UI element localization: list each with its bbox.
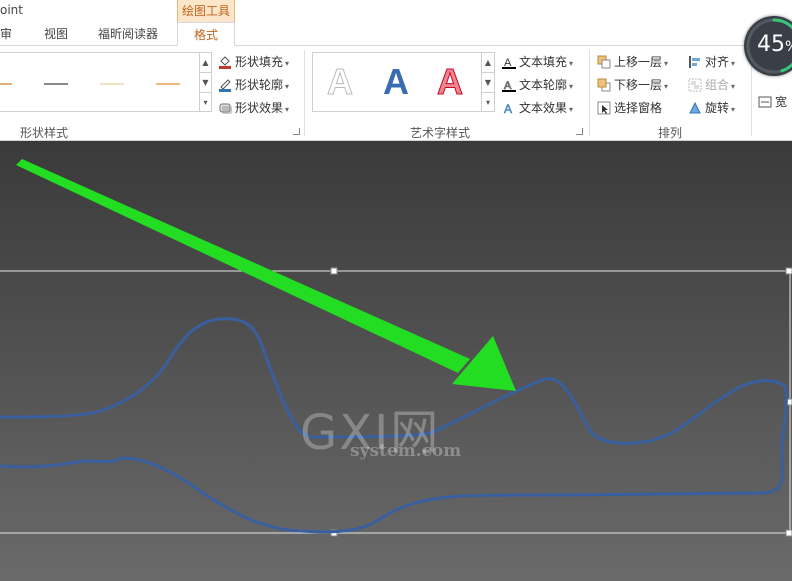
dialog-launcher-icon[interactable] <box>293 128 300 135</box>
align-button[interactable]: 对齐 ▾ <box>688 52 735 72</box>
effects-icon <box>219 103 232 114</box>
shape-styles-group-label: 形状样式 <box>20 126 69 140</box>
tab-view[interactable]: 视图 <box>44 22 74 46</box>
ribbon-body: ▲ ▼ ▾ 形状填充 ▾ 形状轮廓 ▾ 形状效果 ▾ 形状样式 A A A ▲ ▼ ▾… <box>0 46 792 141</box>
scroll-up-icon[interactable]: ▲ <box>200 53 211 73</box>
shape-style-gallery[interactable] <box>0 52 200 112</box>
drawing-tools-context-label: 绘图工具 <box>177 0 235 22</box>
send-backward-icon <box>597 78 611 92</box>
bring-forward-icon <box>597 55 611 69</box>
wordart-sample[interactable]: A <box>437 61 464 103</box>
tab-format[interactable]: 格式 <box>177 22 235 46</box>
wordart-gallery[interactable]: A A A <box>312 52 482 112</box>
gallery-more-icon[interactable]: ▾ <box>482 93 494 113</box>
chevron-down-icon: ▾ <box>664 59 669 68</box>
shape-fill-button[interactable]: 形状填充 ▾ <box>218 52 289 72</box>
text-outline-button[interactable]: A 文本轮廓 ▾ <box>502 75 573 95</box>
progress-indicator: 45% <box>744 16 792 76</box>
slide-drawing <box>0 159 792 537</box>
chevron-down-icon: ▾ <box>731 59 736 68</box>
group-button[interactable]: 组合 ▾ <box>688 75 735 95</box>
chevron-down-icon: ▾ <box>731 82 736 91</box>
wordart-styles-group-label: 艺术字样式 <box>410 126 471 140</box>
scroll-up-icon[interactable]: ▲ <box>482 53 494 73</box>
progress-value: 45% <box>757 32 792 57</box>
shape-outline-button[interactable]: 形状轮廓 ▾ <box>218 75 289 95</box>
wordart-sample[interactable]: A <box>383 61 409 103</box>
group-icon <box>688 78 702 92</box>
arrow-shaft <box>16 159 470 373</box>
text-fill-icon: A <box>502 57 516 69</box>
slide-canvas[interactable]: GXI网 system.com <box>0 141 792 581</box>
wordart-sample[interactable]: A <box>327 61 354 103</box>
size-width-button[interactable]: 宽 <box>758 92 787 112</box>
size-icon <box>758 96 772 108</box>
ribbon-tabs: 审阅 视图 福昕阅读器 格式 <box>0 22 792 65</box>
style-sample[interactable] <box>100 83 124 85</box>
style-sample[interactable] <box>0 83 12 85</box>
chevron-down-icon: ▾ <box>569 105 574 114</box>
chevron-down-icon: ▾ <box>569 82 574 91</box>
shape-effects-button[interactable]: 形状效果 ▾ <box>218 98 289 118</box>
chevron-down-icon: ▾ <box>731 105 736 114</box>
align-icon <box>689 56 700 68</box>
chevron-down-icon: ▾ <box>569 59 574 68</box>
text-fill-button[interactable]: A 文本填充 ▾ <box>502 52 573 72</box>
scroll-down-icon[interactable]: ▼ <box>482 73 494 93</box>
dialog-launcher-icon[interactable] <box>576 128 583 135</box>
selection-pane-icon <box>597 101 611 115</box>
chevron-down-icon: ▾ <box>285 105 290 114</box>
tab-foxit-reader[interactable]: 福昕阅读器 <box>98 22 162 46</box>
selection-pane-button[interactable]: 选择窗格 <box>597 98 662 118</box>
text-effects-icon: A <box>504 102 513 115</box>
shape-gallery-scroll[interactable]: ▲ ▼ ▾ <box>200 52 212 112</box>
text-effects-button[interactable]: A 文本效果 ▾ <box>502 98 573 118</box>
fill-bucket-icon <box>219 56 231 69</box>
ribbon: oint 绘图工具 审阅 视图 福昕阅读器 格式 ▲ ▼ ▾ 形状填充▾ 形状轮… <box>0 0 792 141</box>
gallery-more-icon[interactable]: ▾ <box>200 93 211 113</box>
arrange-group-label: 排列 <box>658 126 683 140</box>
resize-handle[interactable] <box>785 529 792 537</box>
chevron-down-icon: ▾ <box>664 82 669 91</box>
chevron-down-icon: ▾ <box>285 59 290 68</box>
group-separator <box>304 50 305 136</box>
bring-forward-button[interactable]: 上移一层 ▾ <box>597 52 668 72</box>
watermark-domain: system.com <box>350 441 462 461</box>
scroll-down-icon[interactable]: ▼ <box>200 73 211 93</box>
rotate-button[interactable]: 旋转 ▾ <box>688 98 735 118</box>
tab-review[interactable]: 审阅 <box>0 22 22 65</box>
rotate-icon <box>689 101 701 114</box>
style-sample[interactable] <box>156 83 180 85</box>
send-backward-button[interactable]: 下移一层 ▾ <box>597 75 668 95</box>
window-title: oint <box>0 3 23 17</box>
svg-text:A: A <box>504 102 512 115</box>
text-outline-icon: A <box>502 80 516 92</box>
style-sample[interactable] <box>44 83 68 85</box>
chevron-down-icon: ▾ <box>285 82 290 91</box>
group-separator <box>589 50 590 136</box>
pen-outline-icon <box>219 79 231 92</box>
wordart-gallery-scroll[interactable]: ▲ ▼ ▾ <box>482 52 495 112</box>
resize-handle[interactable] <box>330 267 338 275</box>
resize-handle[interactable] <box>785 267 792 275</box>
